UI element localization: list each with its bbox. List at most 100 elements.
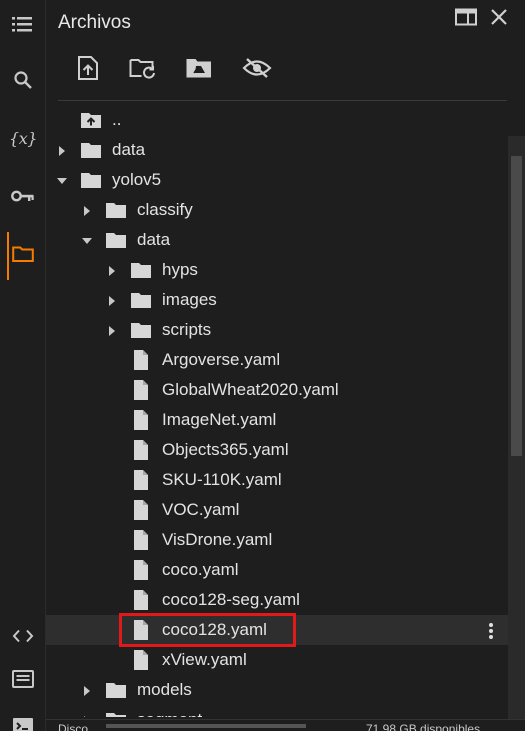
more-options-button[interactable]	[482, 621, 500, 641]
tree-row-file-selected[interactable]: coco128.yaml	[46, 615, 508, 645]
panel-title: Archivos	[58, 12, 131, 33]
file-icon	[130, 349, 152, 371]
tree-row-file[interactable]: ImageNet.yaml	[46, 405, 508, 435]
tree-item-label: data	[112, 140, 146, 159]
file-icon	[130, 469, 152, 491]
secrets-button[interactable]	[0, 174, 46, 218]
tree-row-folder[interactable]: hyps	[46, 255, 508, 285]
tree-row-file[interactable]: VisDrone.yaml	[46, 525, 508, 555]
tree-item-label: SKU-110K.yaml	[162, 470, 282, 489]
code-icon	[12, 629, 34, 643]
chevron-down-icon[interactable]	[81, 234, 93, 246]
folder-icon	[105, 709, 127, 717]
upload-file-button[interactable]	[73, 55, 103, 86]
disk-usage-bar	[106, 724, 306, 728]
file-icon	[130, 649, 152, 671]
tree-row-folder[interactable]: classify	[46, 195, 508, 225]
terminal-button[interactable]	[0, 704, 46, 731]
folder-icon	[130, 259, 152, 281]
toggle-hidden-files-button[interactable]	[242, 56, 272, 84]
tree-row-folder[interactable]: data	[46, 135, 508, 165]
tree-item-label: coco.yaml	[162, 560, 239, 579]
variables-icon: {x}	[9, 128, 37, 148]
file-icon	[130, 379, 152, 401]
tree-row-folder[interactable]: models	[46, 675, 508, 705]
close-icon	[490, 8, 508, 31]
tree-item-label: ImageNet.yaml	[162, 410, 277, 429]
folder-icon	[130, 289, 152, 311]
tree-row-file[interactable]: xView.yaml	[46, 645, 508, 675]
chevron-right-icon[interactable]	[81, 204, 93, 216]
chevron-right-icon[interactable]	[106, 324, 118, 336]
files-button[interactable]	[0, 232, 46, 280]
tree-item-label: segment	[137, 710, 202, 717]
tree-item-label: scripts	[162, 320, 212, 339]
chevron-right-icon[interactable]	[81, 714, 93, 717]
folder-icon	[105, 679, 127, 701]
open-in-tab-button[interactable]	[453, 8, 479, 30]
search-icon	[13, 70, 33, 90]
mount-drive-button[interactable]	[184, 56, 214, 84]
tree-item-label: xView.yaml	[162, 650, 247, 669]
tree-item-label: Argoverse.yaml	[162, 350, 281, 369]
file-icon	[130, 589, 152, 611]
tree-item-label: ..	[112, 110, 122, 129]
hide-hidden-files-icon	[242, 57, 272, 84]
tree-row-folder[interactable]: segment	[46, 705, 508, 717]
tree-row-file[interactable]: GlobalWheat2020.yaml	[46, 375, 508, 405]
folder-icon	[12, 245, 34, 263]
tree-row-folder[interactable]: data	[46, 225, 508, 255]
folder-icon	[130, 319, 152, 341]
activity-rail: {x}	[0, 0, 46, 731]
tree-row-file[interactable]: SKU-110K.yaml	[46, 465, 508, 495]
file-icon	[130, 559, 152, 581]
refresh-button[interactable]	[128, 56, 158, 84]
tree-row-file[interactable]: Argoverse.yaml	[46, 345, 508, 375]
close-panel-button[interactable]	[486, 8, 512, 30]
table-of-contents-button[interactable]	[0, 2, 46, 46]
folder-icon	[80, 139, 102, 161]
folder-icon	[105, 229, 127, 251]
tree-row-file[interactable]: Objects365.yaml	[46, 435, 508, 465]
tree-item-label: coco128-seg.yaml	[162, 590, 300, 609]
tree-row-folder[interactable]: scripts	[46, 315, 508, 345]
tree-item-label: images	[162, 290, 217, 309]
tree-row-file[interactable]: VOC.yaml	[46, 495, 508, 525]
window-icon	[455, 8, 477, 31]
variables-button[interactable]: {x}	[0, 116, 46, 160]
chevron-right-icon[interactable]	[106, 264, 118, 276]
folder-icon	[80, 169, 102, 191]
parent-folder-icon	[80, 109, 102, 131]
vertical-scrollbar[interactable]	[508, 136, 525, 720]
folder-icon	[105, 199, 127, 221]
chevron-right-icon[interactable]	[106, 294, 118, 306]
disk-label: Disco	[58, 722, 89, 731]
upload-file-icon	[77, 55, 99, 86]
tree-item-label: data	[137, 230, 171, 249]
tree-item-label: VOC.yaml	[162, 500, 240, 519]
tree-row-folder[interactable]: images	[46, 285, 508, 315]
file-icon	[130, 499, 152, 521]
search-button[interactable]	[0, 58, 46, 102]
terminal-list-icon	[12, 670, 34, 688]
tree-item-label: classify	[137, 200, 193, 219]
tree-item-label: VisDrone.yaml	[162, 530, 273, 549]
tree-item-label: Objects365.yaml	[162, 440, 289, 459]
tree-row-parent[interactable]: ..	[46, 105, 508, 135]
chevron-right-icon[interactable]	[56, 144, 68, 156]
chevron-right-icon[interactable]	[81, 684, 93, 696]
disk-available: 71.98 GB disponibles	[366, 722, 481, 731]
tree-item-label: models	[137, 680, 192, 699]
file-tree: .. data yolov5 classify data hyps images…	[46, 105, 508, 717]
tree-item-label: coco128.yaml	[162, 620, 267, 639]
chevron-down-icon[interactable]	[56, 174, 68, 186]
tree-item-label: yolov5	[112, 170, 162, 189]
terminal-icon	[12, 717, 34, 731]
scrollbar-thumb[interactable]	[511, 156, 522, 456]
file-icon	[130, 529, 152, 551]
command-palette-button[interactable]	[0, 657, 46, 701]
tree-row-folder[interactable]: yolov5	[46, 165, 508, 195]
code-snippets-button[interactable]	[0, 614, 46, 658]
tree-row-file[interactable]: coco.yaml	[46, 555, 508, 585]
tree-row-file[interactable]: coco128-seg.yaml	[46, 585, 508, 615]
